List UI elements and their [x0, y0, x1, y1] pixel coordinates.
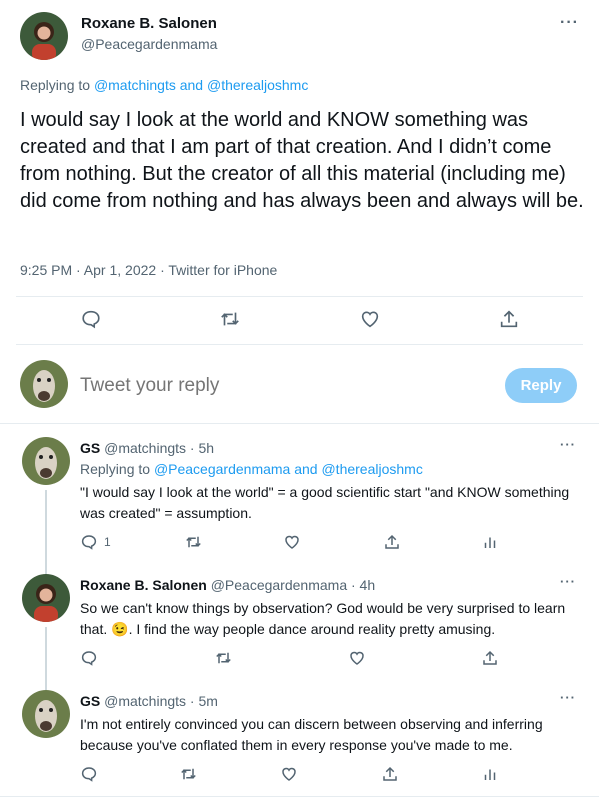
author-handle[interactable]: @Peacegardenmama: [81, 36, 217, 52]
author-avatar[interactable]: [20, 12, 68, 60]
retweet-button[interactable]: [179, 765, 198, 783]
tweet-body: I would say I look at the world and KNOW…: [20, 109, 584, 212]
reply-icon: [81, 767, 97, 782]
share-button[interactable]: [383, 533, 401, 551]
author-name[interactable]: Roxane B. Salonen: [81, 15, 217, 32]
share-icon: [500, 310, 518, 328]
reply-header: GS @matchingts · 5m: [80, 693, 218, 709]
replying-to: Replying to @Peacegardenmama and @therea…: [80, 461, 423, 477]
replying-targets[interactable]: @Peacegardenmama and @therealjoshmc: [154, 461, 423, 477]
reply-author-name[interactable]: GS: [80, 693, 100, 709]
heart-icon: [282, 767, 296, 781]
like-button[interactable]: [348, 649, 366, 667]
reply-avatar[interactable]: [22, 437, 70, 485]
reply-author-name[interactable]: Roxane B. Salonen: [80, 577, 207, 593]
replying-to: Replying to @matchingts and @therealjosh…: [20, 77, 308, 93]
reply-avatar[interactable]: [22, 690, 70, 738]
heart-icon: [361, 311, 379, 328]
reply-button[interactable]: [80, 308, 102, 330]
heart-icon: [285, 535, 299, 549]
wink-emoji-icon: 😉: [111, 621, 129, 637]
share-button[interactable]: [381, 765, 399, 783]
reply-button[interactable]: [80, 765, 98, 783]
share-button[interactable]: [481, 649, 499, 667]
retweet-icon: [216, 652, 231, 664]
tweet-meta[interactable]: 9:25 PM · Apr 1, 2022 · Twitter for iPho…: [20, 262, 277, 278]
analytics-button[interactable]: [481, 765, 499, 783]
thread-line: [45, 627, 47, 690]
reply-avatar[interactable]: [22, 574, 70, 622]
reply-icon: [81, 651, 97, 666]
share-icon: [383, 766, 397, 781]
composer-avatar: [20, 360, 68, 408]
like-button[interactable]: [280, 765, 298, 783]
reply-body: "I would say I look at the world" = a go…: [80, 484, 570, 521]
like-button[interactable]: [359, 308, 381, 330]
divider: [16, 296, 583, 297]
reply-handle-time[interactable]: @matchingts · 5h: [104, 440, 214, 456]
reply-author-name[interactable]: GS: [80, 440, 100, 456]
thread-line: [45, 490, 47, 578]
reply-input[interactable]: [80, 372, 480, 400]
more-options-icon[interactable]: ···: [560, 437, 576, 452]
reply-button[interactable]: 1: [80, 533, 111, 551]
more-options-icon[interactable]: ···: [560, 690, 576, 705]
reply-icon: [81, 535, 97, 550]
retweet-icon: [221, 312, 239, 326]
like-button[interactable]: [283, 533, 301, 551]
divider: [0, 796, 599, 797]
reply-header: Roxane B. Salonen @Peacegardenmama · 4h: [80, 577, 375, 593]
reply-icon: [82, 310, 100, 329]
retweet-button[interactable]: [214, 649, 233, 667]
reply-handle-time[interactable]: @matchingts · 5m: [104, 693, 218, 709]
reply-header: GS @matchingts · 5h: [80, 440, 214, 456]
share-icon: [385, 534, 399, 549]
replying-prefix: Replying to: [80, 461, 151, 477]
reply-count: 1: [104, 535, 111, 549]
share-button[interactable]: [498, 308, 520, 330]
reply-button[interactable]: [80, 649, 98, 667]
more-options-icon[interactable]: ···: [560, 574, 576, 589]
reply-body: I'm not entirely convinced you can disce…: [80, 716, 543, 753]
heart-icon: [350, 651, 364, 665]
reply-submit-button[interactable]: Reply: [505, 368, 577, 403]
replying-prefix: Replying to: [20, 77, 91, 93]
analytics-icon: [484, 769, 496, 780]
reply-body: So we can't know things by observation? …: [80, 598, 570, 640]
divider: [16, 344, 583, 345]
retweet-icon: [181, 768, 196, 780]
divider: [0, 423, 599, 424]
reply-body-text: . I find the way people dance around rea…: [128, 621, 496, 637]
share-icon: [483, 650, 497, 665]
retweet-button[interactable]: [218, 308, 242, 330]
replying-targets[interactable]: @matchingts and @therealjoshmc: [94, 77, 308, 93]
retweet-icon: [186, 536, 201, 548]
retweet-button[interactable]: [184, 533, 203, 551]
more-options-icon[interactable]: ···: [560, 14, 579, 32]
analytics-icon: [484, 537, 496, 548]
reply-handle-time[interactable]: @Peacegardenmama · 4h: [211, 577, 375, 593]
analytics-button[interactable]: [481, 533, 499, 551]
